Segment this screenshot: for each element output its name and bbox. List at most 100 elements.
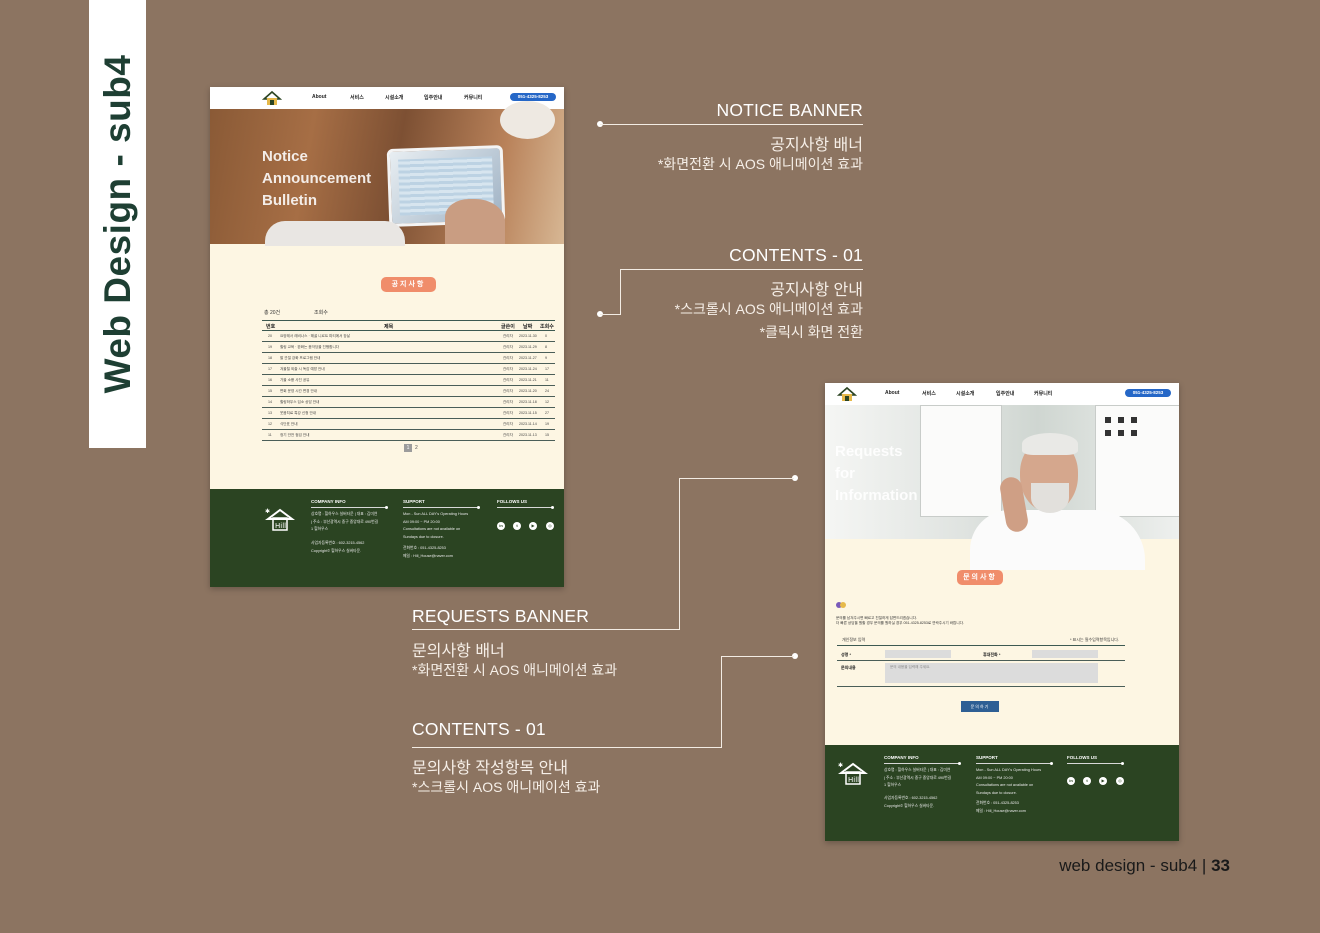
cell-title: 요양레서 레비나스 · 해골 니르트 파티에서 장날 (280, 334, 351, 338)
nav-item-services[interactable]: 서비스 (922, 390, 936, 397)
cell-views: 19 (545, 422, 549, 426)
nav-item-admission[interactable]: 입주안내 (996, 390, 1014, 397)
cell-author: 관리자 (503, 378, 513, 382)
cell-views: 15 (545, 433, 549, 437)
nav-item-about[interactable]: About (312, 94, 326, 100)
cell-author: 관리자 (503, 422, 513, 426)
table-row[interactable]: 15 면회 운영 시간 변경 안내 관리자 2023.11.20 24 (262, 386, 555, 397)
page-2[interactable]: 2 (415, 445, 418, 451)
cell-date: 2023.11.24 (519, 367, 537, 371)
youtube-icon[interactable]: ▶ (1099, 777, 1107, 785)
phone-pill[interactable]: 051-4325-8253 (1125, 389, 1171, 397)
cell-author: 관리자 (503, 400, 513, 404)
twitter-icon[interactable]: t (1083, 777, 1091, 785)
pagination: 12 (404, 444, 418, 452)
cell-author: 관리자 (503, 389, 513, 393)
connector-line (721, 655, 794, 657)
footer-support-text: Mon - Sun ALL DAY's Operating Hours AM 0… (403, 512, 469, 539)
instagram-icon[interactable]: ◎ (546, 522, 554, 530)
page-footer-label: web design - sub4 (1059, 856, 1198, 875)
personal-info-label: 개인정보 입력 (842, 637, 866, 642)
phone-pill[interactable]: 051-4325-8253 (510, 93, 556, 101)
page-title-tab: Web Design - sub4 (89, 0, 146, 448)
nav-item-services[interactable]: 서비스 (350, 94, 364, 101)
notice-sort[interactable]: 조회수 (314, 309, 328, 316)
page-footer-separator: | (1201, 856, 1207, 875)
instagram-icon[interactable]: ◎ (1116, 777, 1124, 785)
connector-line (679, 477, 681, 630)
cell-no: 18 (268, 356, 272, 360)
table-row[interactable]: 12 식단표 안내 관리자 2023.11.14 19 (262, 419, 555, 430)
request-page-mockup: About 서비스 시설소개 입주안내 커뮤니티 051-4325-8253 R… (825, 383, 1179, 841)
cell-author: 관리자 (503, 433, 513, 437)
contents-request-sub2: *스크롤시 AOS 애니메이션 효과 (412, 779, 601, 795)
nav-item-about[interactable]: About (885, 390, 899, 396)
requests-banner: Requests for Information (825, 405, 1179, 570)
hand-photo (445, 199, 505, 244)
cell-date: 2023.11.21 (519, 378, 537, 382)
nav-item-community[interactable]: 커뮤니티 (1034, 390, 1052, 397)
footer-support-text: Mon - Sun ALL DAY's Operating Hours AM 0… (976, 768, 1042, 795)
required-note: * 표시는 필수입력항목입니다. (1070, 637, 1120, 642)
linkedin-icon[interactable]: in (1067, 777, 1075, 785)
requests-banner-title-annotation: REQUESTS BANNER (412, 606, 590, 626)
phone-input[interactable] (1032, 650, 1098, 658)
nav-bar: About 서비스 시설소개 입주안내 커뮤니티 051-4325-8253 (825, 383, 1179, 405)
twitter-icon[interactable]: t (513, 522, 521, 530)
table-row[interactable]: 17 겨울철 외출 시 독감 예방 안내 관리자 2023.11.24 17 (262, 364, 555, 375)
requests-banner-sub1: 문의사항 배너 (412, 643, 505, 660)
table-row[interactable]: 16 가을 소풍 사진 공유 관리자 2023.11.21 11 (262, 375, 555, 386)
cell-date: 2023.11.29 (519, 345, 537, 349)
house-logo-icon: Hill ✱ (838, 762, 868, 785)
cell-title: 면회 운영 시간 변경 안내 (280, 389, 318, 393)
notice-page-mockup: About 서비스 시설소개 입주안내 커뮤니티 051-4325-8253 N… (210, 87, 564, 587)
table-row[interactable]: 13 웃음치료 특강 신청 안내 관리자 2023.11.15 27 (262, 408, 555, 419)
connector-line (620, 269, 863, 271)
submit-button[interactable]: 문의하기 (961, 701, 999, 712)
table-row[interactable]: 19 힐링 교육 · 완화는 음악당을 진행합니다 관리자 2023.11.29 8 (262, 342, 555, 353)
notice-banner-sub1: 공지사항 배너 (770, 137, 863, 154)
requests-banner-sub2: *화면전환 시 AOS 애니메이션 효과 (412, 662, 618, 678)
linkedin-icon[interactable]: in (497, 522, 505, 530)
table-row[interactable]: 11 정기 안전 점검 안내 관리자 2023.11.13 15 (262, 430, 555, 441)
site-footer: Hill ✱ COMPANY INFO 상호명 : 힐하우스 실버타운 | 대표… (825, 745, 1179, 841)
cell-author: 관리자 (503, 345, 513, 349)
cell-date: 2023.11.13 (519, 433, 537, 437)
form-row-contact: 성명 * 휴대전화 * (837, 649, 1125, 661)
phone-label: 휴대전화 * (983, 652, 1001, 657)
page-title: Web Design - sub4 (96, 54, 138, 394)
nav-item-admission[interactable]: 입주안내 (424, 94, 442, 101)
table-row[interactable]: 20 요양레서 레비나스 · 해골 니르트 파티에서 장날 관리자 2023.11.3… (262, 331, 555, 342)
notice-table-header: 번호 제목 글쓴이 날짜 조회수 (262, 320, 555, 331)
page-1[interactable]: 1 (404, 444, 412, 452)
cell-no: 13 (268, 411, 272, 415)
contents-notice-sub1: 공지사항 안내 (770, 282, 863, 299)
contents-notice-sub3: *클릭시 화면 전환 (759, 324, 863, 340)
footer-company-text2: 사업자등록번호 : 602-3215-4562 Copyright© 힐하우스 … (884, 796, 938, 808)
cell-title: 힐링 교육 · 완화는 음악당을 진행합니다 (280, 345, 340, 349)
cell-title: 팔 관절 강화 프로그램 안내 (280, 356, 321, 360)
name-input[interactable] (885, 650, 951, 658)
cell-views: 11 (545, 378, 549, 382)
youtube-icon[interactable]: ▶ (529, 522, 537, 530)
nav-item-facilities[interactable]: 시설소개 (956, 390, 974, 397)
footer-company-text: 상호명 : 힐하우스 실버타운 | 대표 : 김미연 | 주소 : 부산광역시 … (884, 768, 952, 787)
cell-title: 식단표 안내 (280, 422, 298, 426)
house-logo-icon (837, 386, 857, 401)
table-row[interactable]: 14 힐링하우스 입소 상담 안내 관리자 2023.11.18 12 (262, 397, 555, 408)
man-hair-photo (1022, 433, 1078, 455)
house-logo-icon: Hill ✱ (265, 508, 295, 531)
footer-company-title: COMPANY INFO (884, 755, 919, 760)
table-row[interactable]: 18 팔 관절 강화 프로그램 안내 관리자 2023.11.27 9 (262, 353, 555, 364)
notice-section-chip: 공지사항 (381, 277, 436, 292)
cell-views: 17 (545, 367, 549, 371)
cell-no: 15 (268, 389, 272, 393)
nav-item-facilities[interactable]: 시설소개 (385, 94, 403, 101)
cell-author: 관리자 (503, 334, 513, 338)
nav-item-community[interactable]: 커뮤니티 (464, 94, 482, 101)
footer-company-text2: 사업자등록번호 : 602-3215-4562 Copyright© 힐하우스 … (311, 541, 365, 553)
cell-author: 관리자 (503, 367, 513, 371)
sleeve-photo (265, 221, 405, 246)
cell-title: 겨울철 외출 시 독감 예방 안내 (280, 367, 325, 371)
content-textarea[interactable]: 문의 내용을 입력해 주세요. (885, 663, 1098, 683)
